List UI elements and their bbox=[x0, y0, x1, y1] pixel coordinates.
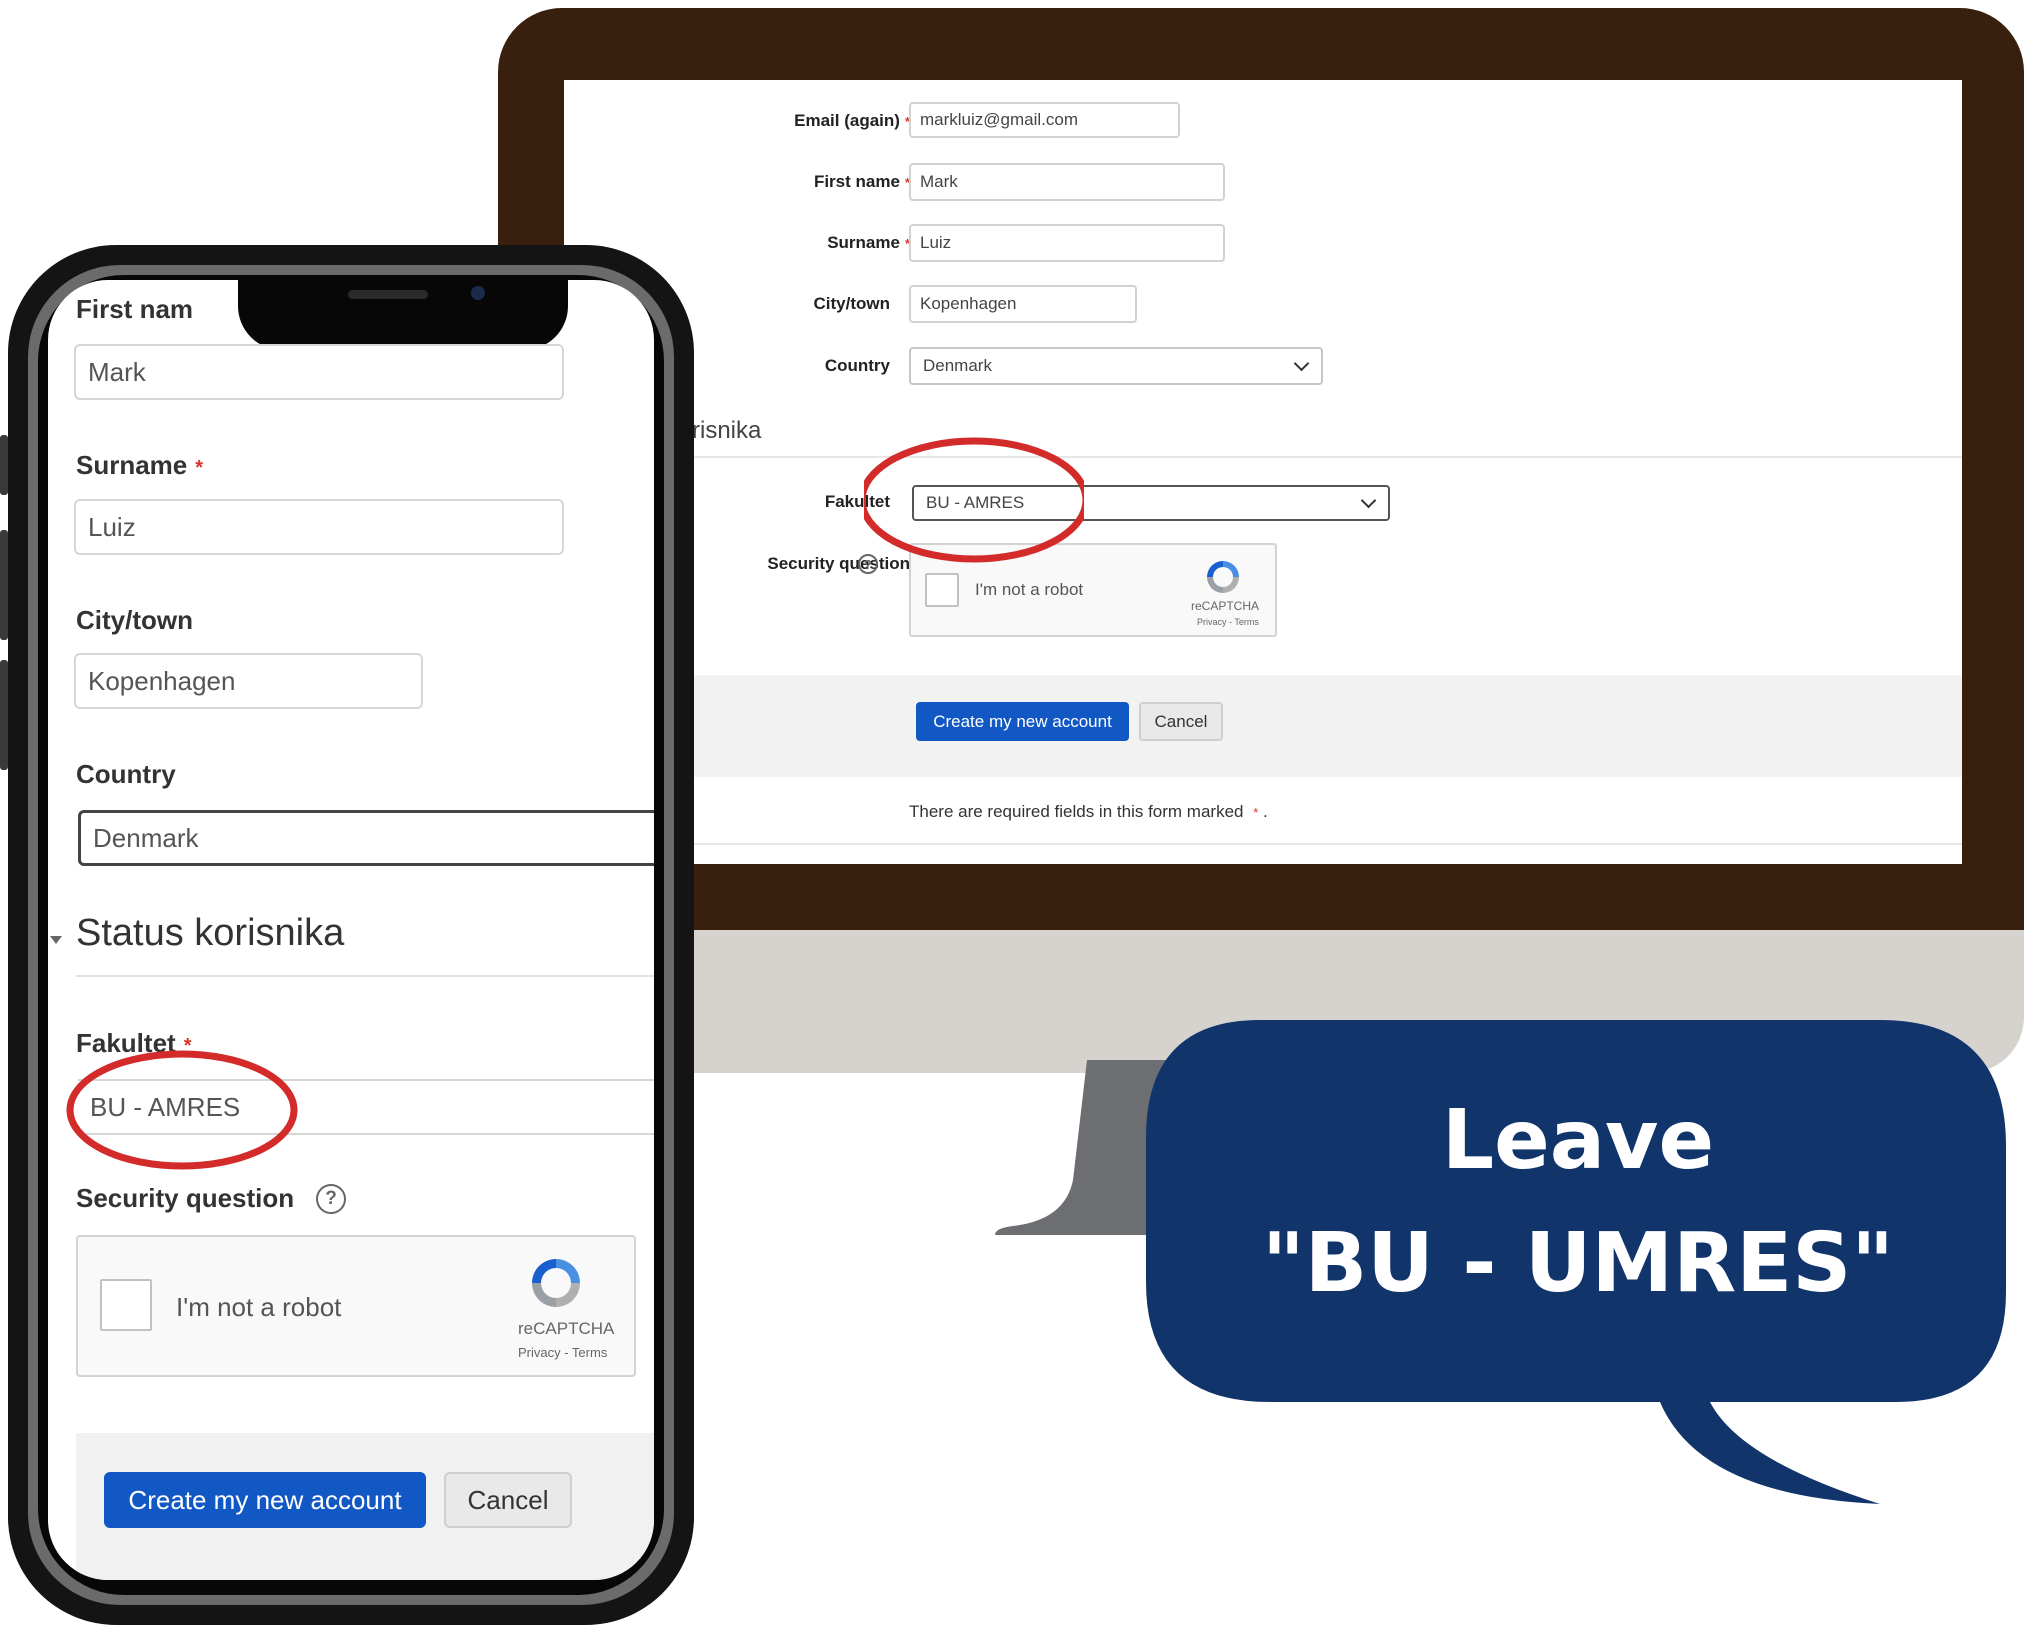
recaptcha-checkbox-label: I'm not a robot bbox=[975, 580, 1084, 599]
button-bar bbox=[692, 675, 1962, 777]
recaptcha-checkbox-label: I'm not a robot bbox=[176, 1292, 342, 1322]
speaker-grille bbox=[348, 290, 428, 299]
recaptcha-logo-icon bbox=[532, 1259, 580, 1307]
first-name-input[interactable]: Mark bbox=[909, 163, 1225, 201]
highlight-circle bbox=[66, 1050, 298, 1170]
email-again-label: Email (again) * bbox=[794, 111, 910, 130]
country-select-value: Denmark bbox=[923, 356, 992, 375]
recaptcha-links[interactable]: Privacy - Terms bbox=[518, 1345, 607, 1360]
phone-side-button bbox=[0, 435, 8, 495]
recaptcha-links[interactable]: Privacy - Terms bbox=[1197, 617, 1259, 627]
create-account-button[interactable]: Create my new account bbox=[104, 1472, 426, 1528]
recaptcha-checkbox[interactable] bbox=[100, 1279, 152, 1331]
cancel-button[interactable]: Cancel bbox=[1139, 702, 1223, 741]
cancel-button[interactable]: Cancel bbox=[444, 1472, 572, 1528]
required-fields-note: There are required fields in this form m… bbox=[909, 802, 1268, 821]
security-question-label: Security question bbox=[76, 1183, 295, 1213]
recaptcha-widget: I'm not a robot reCAPTCHA Privacy - Term… bbox=[76, 1235, 636, 1377]
recaptcha-checkbox[interactable] bbox=[925, 573, 959, 607]
callout-line-1: Leave bbox=[1441, 1093, 1715, 1188]
email-again-input[interactable]: markluiz@gmail.com bbox=[909, 102, 1180, 138]
country-label: Country bbox=[76, 759, 176, 789]
callout-line-2: "BU - UMRES" bbox=[1261, 1216, 1895, 1311]
city-label: City/town bbox=[76, 605, 193, 635]
recaptcha-brand: reCAPTCHA bbox=[518, 1319, 615, 1338]
camera-icon bbox=[471, 286, 485, 300]
mobile-screen: First nam Mark Surname * Luiz City/town K… bbox=[48, 280, 654, 1580]
country-select-value: Denmark bbox=[93, 822, 199, 853]
phone-notch bbox=[238, 280, 568, 350]
create-account-button[interactable]: Create my new account bbox=[916, 702, 1129, 741]
surname-label: Surname * bbox=[827, 233, 910, 252]
chevron-down-icon bbox=[1293, 355, 1310, 372]
help-circle-icon[interactable]: ? bbox=[316, 1184, 346, 1214]
first-name-input[interactable]: Mark bbox=[74, 344, 564, 400]
surname-input[interactable]: Luiz bbox=[74, 499, 564, 555]
city-label: City/town bbox=[813, 294, 891, 313]
recaptcha-logo-icon bbox=[1207, 561, 1239, 593]
surname-input[interactable]: Luiz bbox=[909, 224, 1225, 262]
phone-volume-up-button bbox=[0, 530, 8, 640]
collapse-triangle-icon[interactable] bbox=[48, 932, 64, 948]
first-name-label: First name * bbox=[813, 172, 910, 191]
desktop-screen: Email (again) * markluiz@gmail.com First … bbox=[564, 80, 1962, 864]
first-name-label: First nam bbox=[76, 294, 194, 324]
surname-label: Surname * bbox=[76, 450, 204, 480]
section-divider bbox=[76, 975, 654, 977]
recaptcha-brand: reCAPTCHA bbox=[1191, 599, 1260, 613]
city-input[interactable]: Kopenhagen bbox=[909, 285, 1137, 323]
phone-volume-down-button bbox=[0, 660, 8, 770]
footer-divider bbox=[692, 843, 1962, 845]
country-select[interactable]: Denmark bbox=[909, 347, 1323, 385]
section-title: risnika bbox=[692, 417, 762, 444]
city-input[interactable]: Kopenhagen bbox=[74, 653, 423, 709]
country-select[interactable]: Denmark bbox=[78, 810, 654, 866]
country-label: Country bbox=[824, 356, 890, 375]
section-title: Status korisnika bbox=[76, 912, 345, 954]
highlight-circle bbox=[864, 437, 1084, 563]
chevron-down-icon bbox=[1360, 492, 1377, 509]
